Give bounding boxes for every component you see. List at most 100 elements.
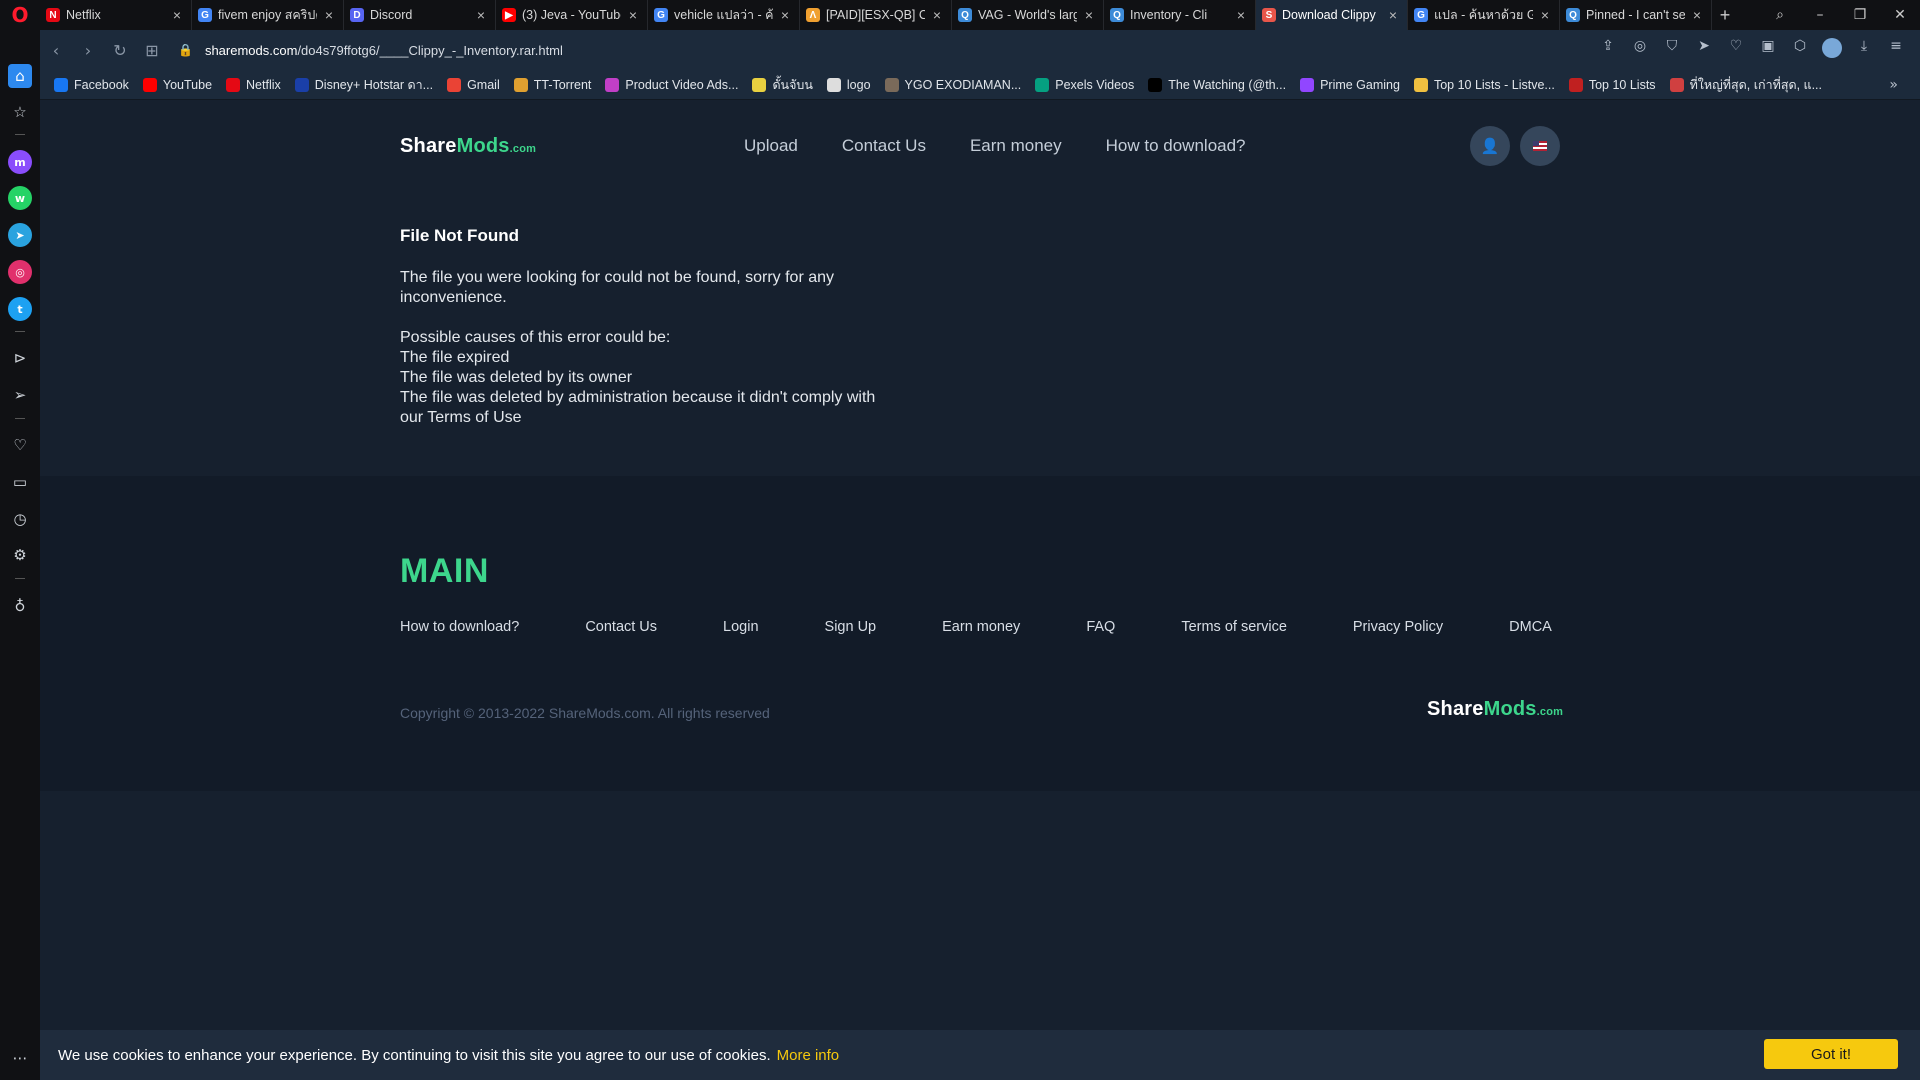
bookmark-item[interactable]: ดั้นจับน	[752, 75, 813, 95]
share-icon[interactable]: ⇪	[1592, 38, 1624, 62]
camera-icon[interactable]: ◎	[1624, 38, 1656, 62]
footer-link-dmca[interactable]: DMCA	[1509, 619, 1552, 635]
footer-link-login[interactable]: Login	[723, 619, 758, 635]
bookmark-item[interactable]: TT-Torrent	[513, 77, 591, 92]
footer-link-how-to-download[interactable]: How to download?	[400, 619, 519, 635]
url-field[interactable]: 🔒 sharemods.com/do4s79ffotg6/____Clippy_…	[178, 43, 1592, 58]
bookmark-favicon-icon	[1035, 77, 1050, 92]
bookmark-item[interactable]: logo	[826, 77, 871, 92]
messenger-icon[interactable]: m	[8, 150, 32, 174]
nav-link-earn-money[interactable]: Earn money	[970, 136, 1062, 156]
bookmarks-overflow-icon[interactable]: »	[1889, 77, 1898, 93]
heart-icon[interactable]: ♡	[1720, 38, 1752, 62]
nav-link-how-to-download[interactable]: How to download?	[1106, 136, 1246, 156]
download-icon[interactable]: ⤓	[1848, 38, 1880, 62]
browser-tab[interactable]: G แปล - ค้นหาด้วย Go ×	[1408, 0, 1560, 30]
extension-icon[interactable]: ▣	[1752, 38, 1784, 62]
home-icon[interactable]: ⌂	[8, 64, 32, 88]
pinboard-heart-icon[interactable]: ♡	[8, 433, 32, 457]
send-icon[interactable]: ➤	[1688, 38, 1720, 62]
reload-button[interactable]: ↻	[104, 41, 136, 60]
cookie-more-info-link[interactable]: More info	[777, 1047, 840, 1064]
bookmark-item[interactable]: Netflix	[226, 77, 281, 92]
history-icon[interactable]: ◷	[8, 507, 32, 531]
footer-link-terms-of-service[interactable]: Terms of service	[1181, 619, 1287, 635]
bookmark-item[interactable]: Top 10 Lists	[1568, 77, 1656, 92]
bookmark-item[interactable]: Product Video Ads...	[605, 77, 738, 92]
nav-link-contact-us[interactable]: Contact Us	[842, 136, 926, 156]
new-tab-button[interactable]: +	[1712, 5, 1738, 26]
bookmark-item[interactable]: ที่ใหญ่ที่สุด, เก่าที่สุด, แ...	[1669, 75, 1822, 95]
sharemods-logo[interactable]: ShareMods.com	[400, 135, 536, 158]
player-icon[interactable]: ⊳	[8, 346, 32, 370]
twitter-icon[interactable]: t	[8, 297, 32, 321]
tab-close-icon[interactable]: ×	[321, 7, 337, 23]
browser-tab[interactable]: ▶ (3) Jeva - YouTube ×	[496, 0, 648, 30]
restore-button[interactable]: ❐	[1840, 7, 1880, 23]
window-controls: ⌕ – ❐ ✕	[1760, 0, 1920, 30]
tab-close-icon[interactable]: ×	[169, 7, 185, 23]
browser-tab[interactable]: Gfivem enjoy สคริปต์ ×	[192, 0, 344, 30]
footer-logo[interactable]: ShareMods.com	[1427, 698, 1563, 721]
more-options-icon[interactable]: ⋯	[8, 1046, 32, 1070]
tab-title: vehicle แปลว่า - ค้นหา	[674, 8, 773, 22]
close-window-button[interactable]: ✕	[1880, 7, 1920, 23]
tab-close-icon[interactable]: ×	[473, 7, 489, 23]
bookmark-item[interactable]: YGO EXODIAMAN...	[884, 77, 1021, 92]
shield-icon[interactable]: ⛉	[1656, 38, 1688, 62]
browser-tab[interactable]: Λ [PAID][ESX-QB] Cc ×	[800, 0, 952, 30]
tab-close-icon[interactable]: ×	[625, 7, 641, 23]
search-icon: Q	[1566, 8, 1580, 22]
nav-link-upload[interactable]: Upload	[744, 136, 798, 156]
tab-close-icon[interactable]: ×	[1385, 7, 1401, 23]
flow-icon[interactable]: ➢	[8, 383, 32, 407]
user-account-button[interactable]: 👤	[1470, 126, 1510, 166]
bookmark-item[interactable]: The Watching (@th...	[1148, 77, 1287, 92]
opera-logo-icon[interactable]: O	[0, 0, 40, 30]
profile-icon[interactable]	[1816, 38, 1848, 62]
bookmark-item[interactable]: Facebook	[54, 77, 129, 92]
tab-close-icon[interactable]: ×	[1689, 7, 1705, 23]
menu-icon[interactable]: ≡	[1880, 38, 1912, 62]
bookmark-item[interactable]: YouTube	[142, 77, 212, 92]
footer-link-privacy-policy[interactable]: Privacy Policy	[1353, 619, 1443, 635]
telegram-icon[interactable]: ➤	[8, 223, 32, 247]
tabs-icon[interactable]: ▭	[8, 470, 32, 494]
tab-title: Inventory - Cli	[1130, 8, 1208, 22]
tab-close-icon[interactable]: ×	[929, 7, 945, 23]
cube-icon[interactable]: ⬡	[1784, 38, 1816, 62]
footer-link-contact-us[interactable]: Contact Us	[585, 619, 657, 635]
browser-tab[interactable]: Q Inventory - Cli ×	[1104, 0, 1256, 30]
footer-link-earn-money[interactable]: Earn money	[942, 619, 1020, 635]
speed-dial-icon[interactable]: ☆	[8, 100, 32, 124]
language-selector-button[interactable]	[1520, 126, 1560, 166]
tab-close-icon[interactable]: ×	[1233, 7, 1249, 23]
bookmark-item[interactable]: Disney+ Hotstar ดา...	[294, 75, 433, 95]
tab-close-icon[interactable]: ×	[777, 7, 793, 23]
browser-tab[interactable]: Q VAG - World's larg ×	[952, 0, 1104, 30]
tab-close-icon[interactable]: ×	[1081, 7, 1097, 23]
back-button[interactable]: ‹	[40, 41, 72, 60]
browser-tab[interactable]: D Discord ×	[344, 0, 496, 30]
bookmark-item[interactable]: Gmail	[447, 77, 500, 92]
lightbulb-icon[interactable]: ♁	[8, 594, 32, 618]
bookmark-item[interactable]: Pexels Videos	[1035, 77, 1134, 92]
browser-tab[interactable]: S Download Clippy ×	[1256, 0, 1408, 30]
cookie-accept-button[interactable]: Got it!	[1764, 1039, 1898, 1069]
tabs-grid-icon[interactable]: ⊞	[136, 41, 168, 60]
bookmark-item[interactable]: Prime Gaming	[1300, 77, 1400, 92]
tab-close-icon[interactable]: ×	[1537, 7, 1553, 23]
footer-link-sign-up[interactable]: Sign Up	[825, 619, 877, 635]
browser-tab[interactable]: N Netflix ×	[40, 0, 192, 30]
settings-gear-icon[interactable]: ⚙	[8, 543, 32, 567]
bookmark-item[interactable]: Top 10 Lists - Listve...	[1413, 77, 1555, 92]
browser-tab[interactable]: Q Pinned - I can't se ×	[1560, 0, 1712, 30]
bookmark-label: The Watching (@th...	[1168, 77, 1287, 92]
footer-link-faq[interactable]: FAQ	[1086, 619, 1115, 635]
minimize-button[interactable]: –	[1800, 7, 1840, 23]
forward-button[interactable]: ›	[72, 41, 104, 60]
whatsapp-icon[interactable]: w	[8, 186, 32, 210]
search-tabs-icon[interactable]: ⌕	[1760, 7, 1800, 23]
browser-tab[interactable]: Gvehicle แปลว่า - ค้นหา ×	[648, 0, 800, 30]
instagram-icon[interactable]: ◎	[8, 260, 32, 284]
